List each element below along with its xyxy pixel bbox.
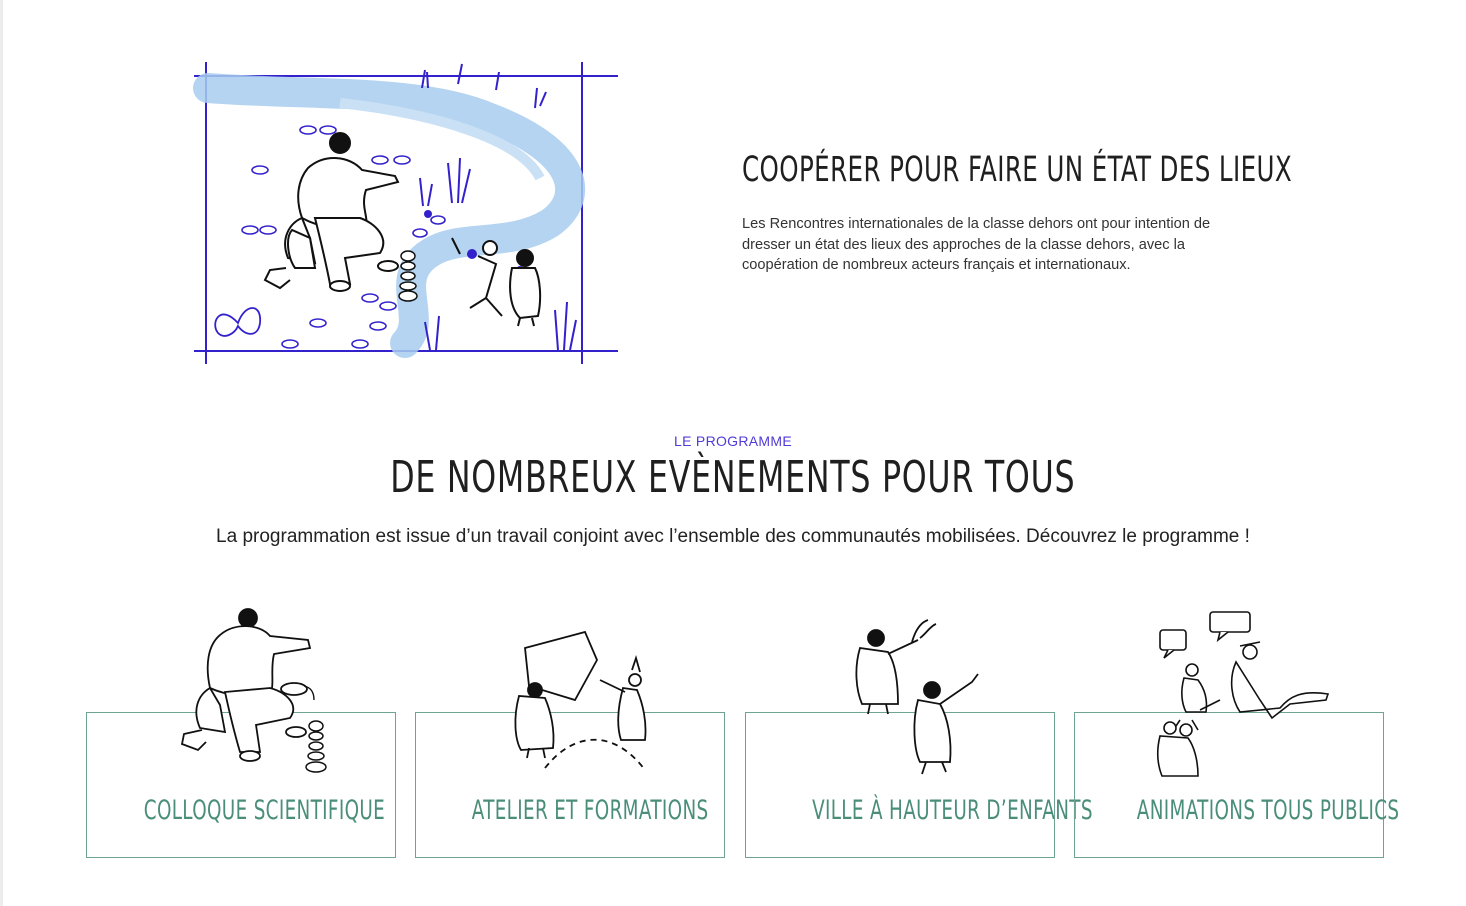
programme-title: DE NOMBREUX EVÈNEMENTS POUR TOUS [0, 452, 1466, 503]
animations-illustration [1157, 611, 1330, 777]
ville-illustration [855, 619, 979, 775]
colloque-illustration [180, 608, 327, 773]
card-animations-label-text: ANIMATIONS TOUS PUBLICS [1136, 795, 1400, 826]
card-ville-label: VILLE À HAUTEUR D’ENFANTS [746, 795, 1092, 826]
atelier-illustration [514, 630, 647, 771]
card-atelier-label-text: ATELIER ET FORMATIONS [471, 795, 709, 826]
card-colloque-label-text: COLLOQUE SCIENTIFIQUE [143, 795, 386, 826]
programme-title-text: DE NOMBREUX EVÈNEMENTS POUR TOUS [390, 452, 1076, 503]
hero-illustration [193, 62, 618, 364]
hero-body: Les Rencontres internationales de la cla… [742, 216, 1211, 273]
card-colloque-label: COLLOQUE SCIENTIFIQUE [87, 795, 395, 826]
card-atelier-label: ATELIER ET FORMATIONS [416, 795, 724, 826]
programme-intro: La programmation est issue d’un travail … [216, 526, 1250, 547]
card-animations-label: ANIMATIONS TOUS PUBLICS [1075, 795, 1399, 826]
programme-kicker: LE PROGRAMME [674, 433, 792, 449]
hero-text-block: COOPÉRER POUR FAIRE UN ÉTAT DES LIEUX Le… [742, 150, 1293, 276]
card-ville-label-text: VILLE À HAUTEUR D’ENFANTS [812, 795, 1093, 826]
hero-title: COOPÉRER POUR FAIRE UN ÉTAT DES LIEUX [742, 150, 1293, 190]
